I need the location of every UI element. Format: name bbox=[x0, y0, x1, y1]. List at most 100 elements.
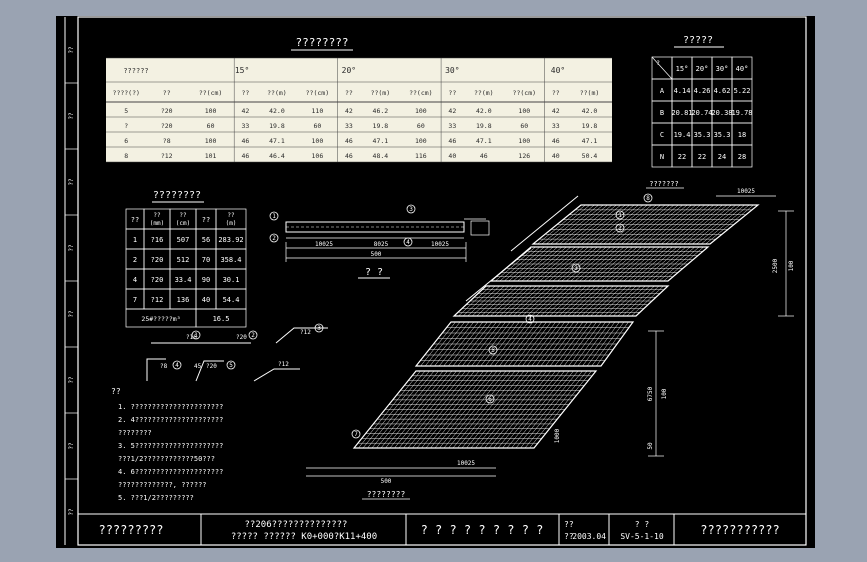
table-2-cell: 4.14 bbox=[674, 87, 691, 95]
plan-right-dim-2: 100 bbox=[788, 260, 795, 271]
left-strip-cell: ?? bbox=[68, 376, 75, 384]
bar-marker-3-label: 3 bbox=[317, 325, 321, 332]
table-1-cell: 19.8 bbox=[269, 122, 285, 130]
table-1-cell: 47.1 bbox=[269, 137, 285, 145]
table-3-cell: 56 bbox=[202, 236, 210, 244]
plan-guide-line-2 bbox=[510, 195, 579, 252]
table-1-cell: 100 bbox=[205, 137, 217, 145]
table-2-cell: 4.26 bbox=[694, 87, 711, 95]
table-1-col-header: ??(m) bbox=[474, 89, 494, 97]
table-3-footer-label: 25#?????m³ bbox=[141, 315, 180, 323]
table-3-cell: ?? bbox=[227, 212, 235, 219]
table-1-col-header: ??(cm) bbox=[306, 89, 329, 97]
table-1-cell: 46 bbox=[552, 137, 560, 145]
table-3-cell: ?? bbox=[179, 212, 187, 219]
tb-number-label: ? ? bbox=[635, 520, 650, 529]
table-1-cell: 19.8 bbox=[373, 122, 389, 130]
note-line: 2. 4????????????????????? bbox=[118, 416, 223, 424]
table-3-cell: 90 bbox=[202, 276, 210, 284]
drawing-sheet: ???????????????? ???????? ?????? 15° 20° 30… bbox=[56, 16, 815, 548]
table-1-cell: 100 bbox=[518, 107, 530, 115]
table-1-cell: 42 bbox=[242, 107, 250, 115]
plan-marker-2-label: 2 bbox=[618, 225, 622, 232]
table-2-cell: 19.78 bbox=[731, 109, 752, 117]
table-2-cell: A bbox=[660, 87, 665, 95]
table-1-cell: 100 bbox=[415, 107, 427, 115]
table-2-cell: 22 bbox=[698, 153, 706, 161]
table-2-title: ????? bbox=[683, 35, 713, 46]
table-1-cell: 46 bbox=[448, 137, 456, 145]
table-2-cell: C bbox=[660, 131, 664, 139]
section-marker-1-label: 1 bbox=[272, 213, 276, 220]
table-2-grid: ? 15° 20° 30° 40° A 4.14 4.26 4.62 5.22 B 20.8120.7… bbox=[651, 56, 753, 168]
section-marker-4-label: 4 bbox=[406, 239, 410, 246]
table-3-title: ???????? bbox=[153, 190, 201, 201]
bar-label-4: ?8 bbox=[160, 363, 168, 370]
table-1-cell: 6 bbox=[124, 137, 128, 145]
table-3-cell: 2 bbox=[133, 256, 137, 264]
plan-marker-1-label: 1 bbox=[618, 212, 622, 219]
section-end-detail bbox=[470, 220, 490, 236]
note-line: ???1/2????????????50??? bbox=[118, 455, 215, 463]
plan-right-dim-1: 2500 bbox=[772, 258, 779, 273]
table-1-col-header: ?? bbox=[163, 89, 171, 97]
table-1-angle: 20° bbox=[342, 66, 356, 75]
plan-marker-6-label: 6 bbox=[488, 396, 492, 403]
table-1-col-header: ??(m) bbox=[580, 89, 600, 97]
table-2-cell: 35.3 bbox=[714, 131, 731, 139]
table-1-cell: 100 bbox=[312, 137, 324, 145]
section-markers: 1 2 3 4 bbox=[269, 204, 416, 247]
table-1-cell: ?12 bbox=[161, 152, 173, 160]
table-3-cell: 4 bbox=[133, 276, 137, 284]
table-3-cell: 507 bbox=[177, 236, 190, 244]
plan-mid-dim-1: 6750 bbox=[647, 386, 654, 401]
plan-marker-5-label: 5 bbox=[491, 347, 495, 354]
left-strip: ???????????????? bbox=[65, 46, 78, 516]
table-3-cell: (m) bbox=[226, 220, 237, 227]
table-1-cell: 60 bbox=[313, 122, 321, 130]
table-1-cell: 100 bbox=[205, 107, 217, 115]
table-2-cell: 20.81 bbox=[671, 109, 692, 117]
tb-date-label: ?? bbox=[564, 520, 574, 529]
bar-label-6: ?20 bbox=[206, 363, 217, 370]
note-line: ?????????????, ?????? bbox=[118, 481, 207, 489]
table-1-col-header: ??(cm) bbox=[409, 89, 432, 97]
table-1-cell: 46 bbox=[345, 152, 353, 160]
table-2-cell: 4.62 bbox=[714, 87, 731, 95]
table-1-cell: 46 bbox=[345, 137, 353, 145]
table-1-cell: 126 bbox=[518, 152, 530, 160]
plan-bottom-dim-1: 10025 bbox=[457, 460, 475, 467]
bar-marker-1-label: 1 bbox=[194, 332, 198, 339]
table-3: ???????? ????(mm)??(cm) ????(m)1 ?16 507 56 2… bbox=[125, 190, 247, 328]
left-strip-cell: ?? bbox=[68, 178, 75, 186]
table-3-cell: 30.1 bbox=[223, 276, 240, 284]
table-3-footer-value: 16.5 bbox=[213, 315, 230, 323]
section-view: 10025 8025 10025 500 ? ? 1 2 3 4 bbox=[269, 204, 490, 279]
table-3-cell: ?20 bbox=[151, 276, 164, 284]
table-1-cell: 116 bbox=[415, 152, 427, 160]
bar-label-7: ?12 bbox=[278, 361, 289, 368]
tb-drawing-name: ? ? ? ? ? ? ? ? ? bbox=[421, 523, 544, 537]
table-1-col-header: ??(cm) bbox=[513, 89, 536, 97]
notes: ?? 1. ?????????????????????? 2. 4????????… bbox=[111, 387, 223, 502]
left-strip-cell: ?? bbox=[68, 112, 75, 120]
plan-marker-8-label: 8 bbox=[646, 195, 650, 202]
note-line: 3. 5????????????????????? bbox=[118, 442, 223, 450]
tb-left-text: ????????? bbox=[98, 523, 163, 537]
table-1-cell: 60 bbox=[207, 122, 215, 130]
table-2-cell: 30° bbox=[716, 65, 729, 73]
table-1-col-header: ????(?) bbox=[113, 89, 140, 97]
section-label: ? ? bbox=[365, 267, 383, 278]
table-3-cell: 33.4 bbox=[175, 276, 192, 284]
table-3-cell: ?16 bbox=[151, 236, 164, 244]
plan-bottom-dim-2: 500 bbox=[381, 478, 392, 485]
table-2-cell: 20° bbox=[696, 65, 709, 73]
table-1-angle: 30° bbox=[445, 66, 459, 75]
table-3-cell: (cm) bbox=[176, 220, 190, 227]
table-1-cell: 46 bbox=[242, 137, 250, 145]
left-strip-cell: ?? bbox=[68, 244, 75, 252]
section-dim-total: 500 bbox=[371, 251, 382, 258]
section-marker-2-label: 2 bbox=[272, 235, 276, 242]
plan-panels bbox=[352, 204, 760, 449]
note-line: ???????? bbox=[118, 429, 152, 437]
